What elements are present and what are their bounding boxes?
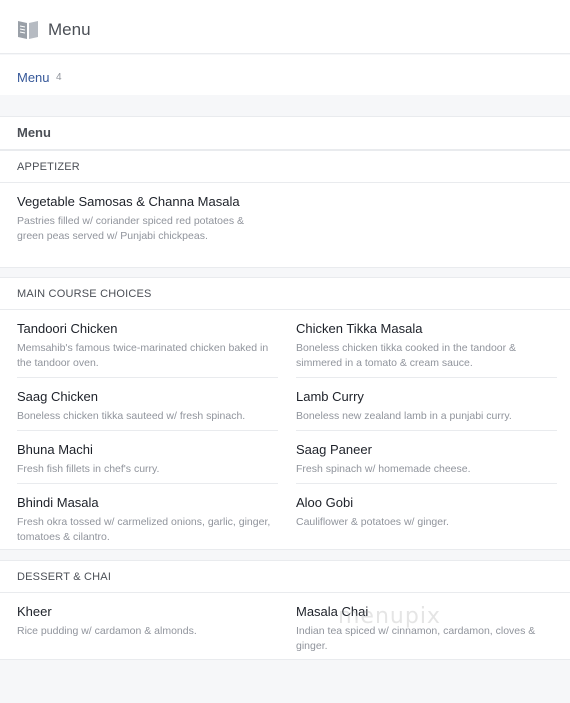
menu-item: Chicken Tikka Masala Boneless chicken ti… [296,320,558,371]
menu-item-description: Fresh spinach w/ homemade cheese. [296,463,471,475]
menu-item-description: Fresh fish fillets in chef's curry. [17,463,160,475]
menu-item-description: Boneless chicken tikka sauteed w/ fresh … [17,410,246,422]
divider [296,377,557,378]
menu-item-name: Lamb Curry [296,389,364,404]
section-main-course: MAIN COURSE CHOICES Tandoori Chicken Mem… [0,277,570,550]
menu-item: Aloo Gobi Cauliflower & potatoes w/ ging… [296,494,558,530]
menu-item-description: Memsahib's famous twice-marinated chicke… [17,342,269,369]
menu-item-description: Boneless new zealand lamb in a punjabi c… [296,410,512,422]
menu-item: Saag Chicken Boneless chicken tikka saut… [17,388,283,424]
menu-item: Lamb Curry Boneless new zealand lamb in … [296,388,558,424]
menu-heading: Menu [0,116,570,150]
tab-menu-count: 4 [56,72,62,83]
divider [17,430,278,431]
menu-item-name: Tandoori Chicken [17,321,118,336]
watermark: menupix [338,604,441,629]
menu-item: Saag Paneer Fresh spinach w/ homemade ch… [296,441,558,477]
section-appetizer: APPETIZER Vegetable Samosas & Channa Mas… [0,150,570,268]
menu-item: Vegetable Samosas & Channa Masala Pastri… [17,193,262,244]
menu-item-name: Bhindi Masala [17,495,99,510]
menu-item: Tandoori Chicken Memsahib's famous twice… [17,320,283,371]
page-header: Menu [0,0,570,54]
section-dessert-chai: DESSERT & CHAI Kheer Rice pudding w/ car… [0,560,570,660]
menu-item-description: Boneless chicken tikka cooked in the tan… [296,342,517,369]
page-title: Menu [48,20,91,39]
divider [17,377,278,378]
menu-item-description: Fresh okra tossed w/ carmelized onions, … [17,516,271,543]
menu-item-name: Saag Paneer [296,442,372,457]
divider [17,483,278,484]
section-title: DESSERT & CHAI [0,561,570,593]
menu-item-description: Pastries filled w/ coriander spiced red … [17,215,245,242]
menu-item-name: Kheer [17,604,52,619]
menu-item: Bhuna Machi Fresh fish fillets in chef's… [17,441,283,477]
tab-menu[interactable]: Menu [17,70,50,85]
menu-item-name: Aloo Gobi [296,495,354,510]
menu-item-description: Rice pudding w/ cardamon & almonds. [17,625,197,637]
menu-heading-label: Menu [17,125,51,140]
section-title: APPETIZER [0,151,570,183]
menu-item-name: Chicken Tikka Masala [296,321,423,336]
menu-item: Bhindi Masala Fresh okra tossed w/ carme… [17,494,275,545]
divider [296,483,557,484]
menu-item: Kheer Rice pudding w/ cardamon & almonds… [17,603,283,639]
menu-item-name: Vegetable Samosas & Channa Masala [17,194,240,209]
book-icon [18,21,38,39]
tab-bar: Menu 4 [0,55,570,95]
menu-item-name: Bhuna Machi [17,442,93,457]
section-title: MAIN COURSE CHOICES [0,278,570,310]
menu-item-description: Cauliflower & potatoes w/ ginger. [296,516,449,528]
menu-item-name: Saag Chicken [17,389,98,404]
divider [296,430,557,431]
